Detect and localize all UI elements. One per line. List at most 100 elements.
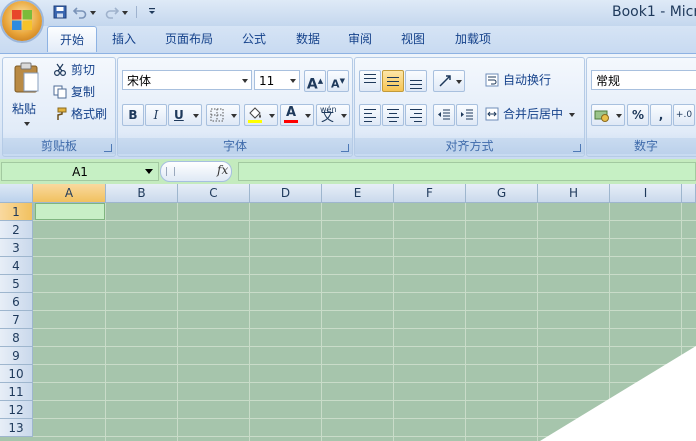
font-name-value: 宋体 (127, 74, 152, 88)
grow-font-button[interactable]: A▲ (304, 70, 326, 93)
row-header-8[interactable]: 8 (0, 329, 33, 347)
borders-button[interactable] (206, 104, 240, 126)
shrink-font-button[interactable]: A▼ (327, 70, 349, 92)
column-header-e[interactable]: E (322, 184, 394, 203)
formula-input[interactable] (238, 162, 696, 181)
merge-center-dropdown-icon[interactable] (569, 113, 575, 117)
phonetic-dropdown-icon[interactable] (341, 114, 347, 118)
merge-center-icon (485, 107, 499, 121)
align-left-button[interactable] (359, 104, 381, 126)
insert-function-button[interactable]: fx (217, 163, 228, 177)
bold-button[interactable]: B (122, 104, 144, 126)
row-header-5[interactable]: 5 (0, 275, 33, 293)
name-box[interactable]: A1 (1, 162, 159, 181)
row-header-10[interactable]: 10 (0, 365, 33, 383)
font-group-label: 字体 (118, 138, 352, 154)
undo-dropdown-icon[interactable] (90, 11, 96, 15)
paste-button[interactable]: 粘贴 (7, 60, 45, 134)
underline-button[interactable]: U (168, 104, 202, 126)
column-header-f[interactable]: F (394, 184, 466, 203)
select-all-corner[interactable] (0, 184, 33, 203)
underline-dropdown-icon[interactable] (193, 114, 199, 118)
qat-separator (136, 6, 137, 18)
row-header-7[interactable]: 7 (0, 311, 33, 329)
tab-review[interactable]: 审阅 (340, 26, 380, 51)
formula-bar-splitter-icon[interactable] (166, 167, 175, 176)
column-header-j[interactable] (682, 184, 696, 203)
accounting-format-button[interactable] (591, 104, 625, 126)
fill-color-dropdown-icon[interactable] (269, 114, 275, 118)
tab-insert[interactable]: 插入 (104, 26, 144, 51)
borders-dropdown-icon[interactable] (231, 114, 237, 118)
undo-icon[interactable] (72, 4, 88, 20)
alignment-group-label: 对齐方式 (355, 138, 584, 154)
redo-dropdown-icon[interactable] (122, 11, 128, 15)
accounting-dropdown-icon[interactable] (616, 114, 622, 118)
font-color-dropdown-icon[interactable] (305, 114, 311, 118)
clipboard-icon (14, 62, 39, 93)
row-header-12[interactable]: 12 (0, 401, 33, 419)
increase-decimal-button[interactable]: +.0 (673, 104, 695, 126)
worksheet-grid[interactable]: A B C D E F G H I 1 2 3 4 5 6 7 8 9 10 1… (0, 184, 696, 441)
row-header-4[interactable]: 4 (0, 257, 33, 275)
ribbon: 粘贴 剪切 复制 格式刷 剪贴板 宋体 11 A▲ A▼ B I U A wén… (0, 53, 696, 160)
row-header-1[interactable]: 1 (0, 203, 33, 221)
qat-dropdown-icon[interactable] (144, 4, 160, 20)
office-button[interactable] (2, 1, 42, 41)
column-header-i[interactable]: I (610, 184, 682, 203)
tab-formulas[interactable]: 公式 (234, 26, 274, 51)
column-header-a[interactable]: A (33, 184, 106, 203)
quick-access-toolbar (46, 4, 162, 22)
column-header-b[interactable]: B (106, 184, 178, 203)
font-color-button[interactable]: A (280, 104, 314, 126)
top-align-button[interactable] (359, 70, 381, 92)
font-size-dropdown-icon[interactable] (290, 79, 296, 83)
font-name-combo[interactable]: 宋体 (122, 70, 252, 90)
font-size-value: 11 (259, 74, 275, 88)
number-format-combo[interactable]: 常规 (591, 70, 696, 90)
copy-label: 复制 (71, 85, 96, 99)
clipboard-dialog-launcher-icon[interactable] (104, 144, 112, 152)
column-header-c[interactable]: C (178, 184, 250, 203)
column-header-h[interactable]: H (538, 184, 610, 203)
number-group-label: 数字 (587, 138, 696, 154)
font-size-combo[interactable]: 11 (254, 70, 300, 90)
row-header-6[interactable]: 6 (0, 293, 33, 311)
bottom-align-button[interactable] (405, 70, 427, 92)
decrease-indent-button[interactable] (433, 104, 455, 126)
tab-home[interactable]: 开始 (47, 26, 97, 52)
redo-icon[interactable] (104, 4, 120, 20)
fill-color-button[interactable] (244, 104, 278, 126)
orientation-dropdown-icon[interactable] (456, 80, 462, 84)
active-cell-a1[interactable] (35, 203, 105, 220)
align-center-button[interactable] (382, 104, 404, 126)
orientation-button[interactable] (433, 70, 465, 92)
row-header-9[interactable]: 9 (0, 347, 33, 365)
comma-style-button[interactable]: , (650, 104, 672, 126)
copy-icon (53, 85, 67, 99)
tab-data[interactable]: 数据 (288, 26, 328, 51)
tab-add-ins[interactable]: 加载项 (447, 26, 499, 51)
middle-align-button[interactable] (382, 70, 404, 92)
align-right-button[interactable] (405, 104, 427, 126)
font-color-swatch (284, 120, 298, 123)
column-header-d[interactable]: D (250, 184, 322, 203)
tab-page-layout[interactable]: 页面布局 (158, 26, 220, 51)
font-name-dropdown-icon[interactable] (242, 79, 248, 83)
row-header-2[interactable]: 2 (0, 221, 33, 239)
row-header-13[interactable]: 13 (0, 419, 33, 437)
percent-style-button[interactable]: % (627, 104, 649, 126)
tab-view[interactable]: 视图 (393, 26, 433, 51)
name-box-dropdown-icon[interactable] (145, 169, 153, 174)
paste-dropdown-icon (24, 122, 30, 126)
fill-bucket-icon (248, 107, 262, 123)
font-dialog-launcher-icon[interactable] (341, 144, 349, 152)
row-header-11[interactable]: 11 (0, 383, 33, 401)
save-icon[interactable] (52, 4, 68, 20)
row-header-3[interactable]: 3 (0, 239, 33, 257)
phonetic-guide-button[interactable]: wén 文 (316, 104, 350, 126)
italic-button[interactable]: I (145, 104, 167, 126)
alignment-dialog-launcher-icon[interactable] (573, 144, 581, 152)
column-header-g[interactable]: G (466, 184, 538, 203)
increase-indent-button[interactable] (456, 104, 478, 126)
